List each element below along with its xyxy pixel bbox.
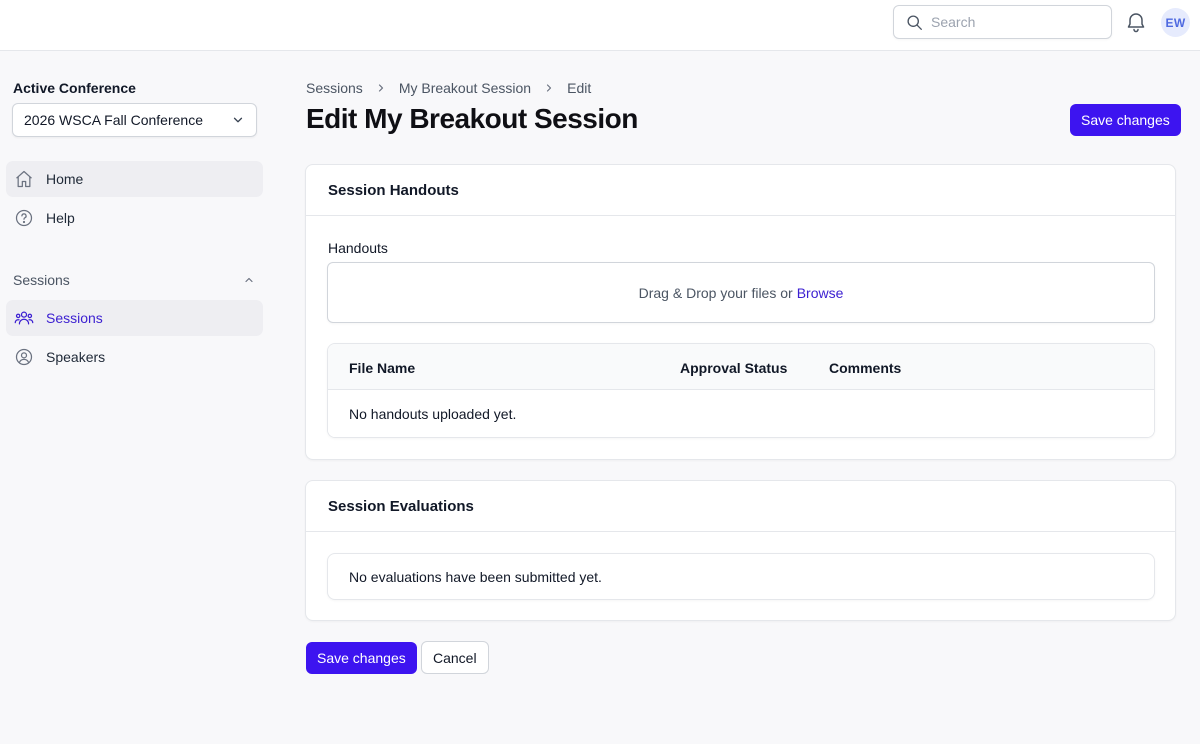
chevron-right-icon [543, 82, 555, 94]
breadcrumb-session[interactable]: My Breakout Session [399, 80, 531, 96]
help-icon [14, 208, 34, 228]
cancel-button[interactable]: Cancel [421, 641, 489, 674]
table-row: No handouts uploaded yet. [328, 390, 1154, 437]
search-input[interactable] [931, 14, 1091, 30]
evaluations-card-title: Session Evaluations [306, 481, 1175, 532]
search-box[interactable] [893, 5, 1112, 39]
sidebar-item-label: Speakers [46, 349, 106, 365]
save-changes-button-top[interactable]: Save changes [1070, 104, 1181, 136]
sidebar-item-home[interactable]: Home [6, 161, 263, 197]
home-icon [14, 169, 34, 189]
column-comments: Comments [829, 360, 902, 376]
file-dropzone[interactable]: Drag & Drop your files or Browse [327, 262, 1155, 323]
dropzone-text: Drag & Drop your files or [638, 284, 793, 301]
sidebar-item-speakers[interactable]: Speakers [6, 339, 263, 375]
active-conference-label: Active Conference [13, 80, 136, 96]
sidebar-item-sessions[interactable]: Sessions [6, 300, 263, 336]
sidebar-item-label: Help [46, 210, 75, 226]
save-changes-button[interactable]: Save changes [306, 642, 417, 674]
evaluations-empty-box: No evaluations have been submitted yet. [327, 553, 1155, 600]
sidebar-item-help[interactable]: Help [6, 200, 263, 236]
chevron-right-icon [375, 82, 387, 94]
column-file-name: File Name [349, 360, 416, 376]
top-bar: EW [0, 0, 1200, 51]
chevron-down-icon [233, 117, 243, 123]
handouts-card: Session Handouts Handouts Drag & Drop yo… [305, 164, 1176, 460]
browse-link[interactable]: Browse [797, 285, 844, 301]
chevron-up-icon [245, 277, 253, 283]
sidebar-item-label: Home [46, 171, 84, 187]
handouts-empty-text: No handouts uploaded yet. [349, 406, 517, 422]
users-icon [14, 308, 34, 328]
sidebar: Active Conference 2026 WSCA Fall Confere… [0, 51, 275, 744]
conference-select-value: 2026 WSCA Fall Conference [24, 112, 203, 128]
bell-icon[interactable] [1124, 10, 1148, 34]
search-icon [907, 14, 922, 30]
avatar[interactable]: EW [1161, 8, 1190, 37]
breadcrumb-edit: Edit [567, 80, 592, 96]
evaluations-empty-text: No evaluations have been submitted yet. [349, 568, 602, 585]
handouts-label: Handouts [328, 240, 388, 256]
breadcrumb-sessions[interactable]: Sessions [306, 80, 363, 96]
section-title: Sessions [13, 272, 70, 288]
breadcrumb: Sessions My Breakout Session Edit [306, 80, 591, 96]
handouts-table: File Name Approval Status Comments No ha… [327, 343, 1155, 438]
sessions-section-toggle[interactable]: Sessions [13, 269, 255, 291]
conference-select[interactable]: 2026 WSCA Fall Conference [12, 103, 257, 137]
sidebar-item-label: Sessions [46, 310, 103, 326]
user-circle-icon [14, 347, 34, 367]
page-title: Edit My Breakout Session [306, 103, 638, 134]
table-header: File Name Approval Status Comments [328, 344, 1154, 390]
handouts-card-title: Session Handouts [306, 165, 1175, 216]
column-approval-status: Approval Status [680, 360, 788, 376]
evaluations-card: Session Evaluations No evaluations have … [305, 480, 1176, 621]
